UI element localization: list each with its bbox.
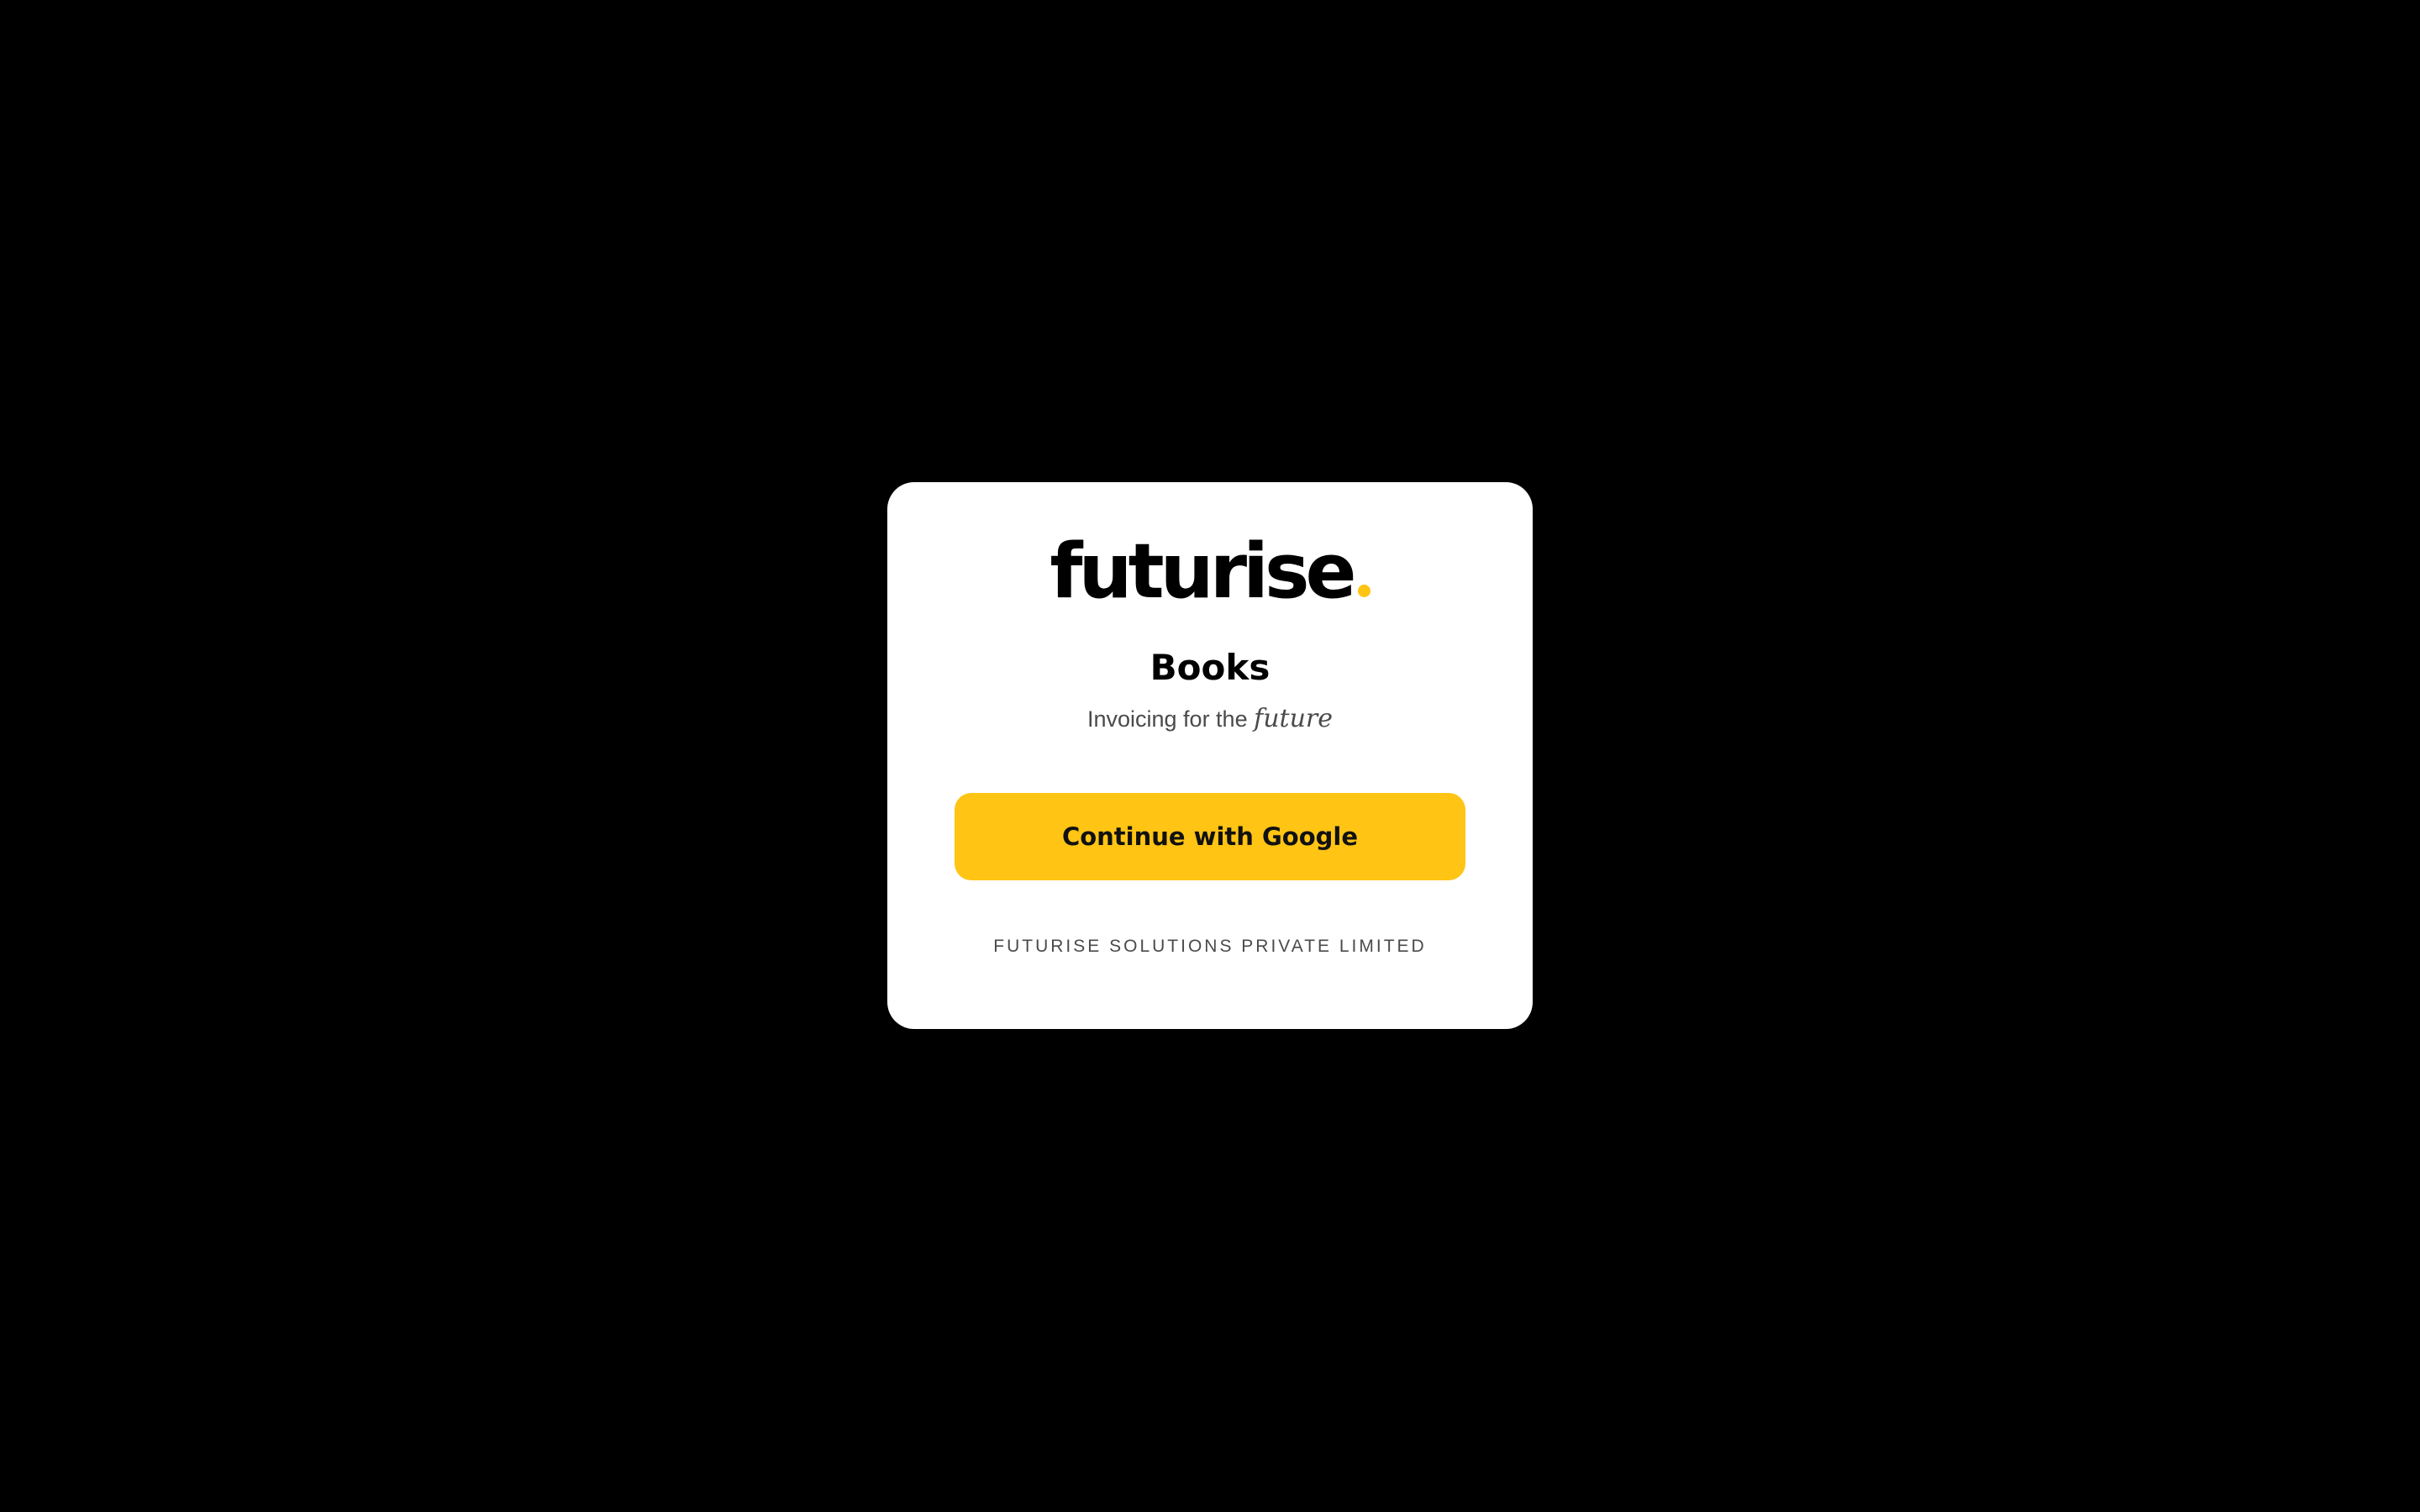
login-card: futurise Books Invoicing for the future …: [887, 482, 1533, 1029]
futurise-logo: futurise: [887, 526, 1533, 618]
continue-with-google-button[interactable]: Continue with Google: [955, 793, 1465, 880]
company-name: FUTURISE SOLUTIONS PRIVATE LIMITED: [993, 937, 1427, 956]
tagline: Invoicing for the future: [887, 702, 1533, 736]
app-title: Books: [1150, 647, 1270, 688]
logo-wordmark: futurise: [1050, 528, 1356, 616]
tagline-emphasis: future: [1254, 704, 1334, 733]
logo-dot-icon: [1357, 585, 1370, 597]
tagline-text: Invoicing for the: [1086, 706, 1248, 732]
